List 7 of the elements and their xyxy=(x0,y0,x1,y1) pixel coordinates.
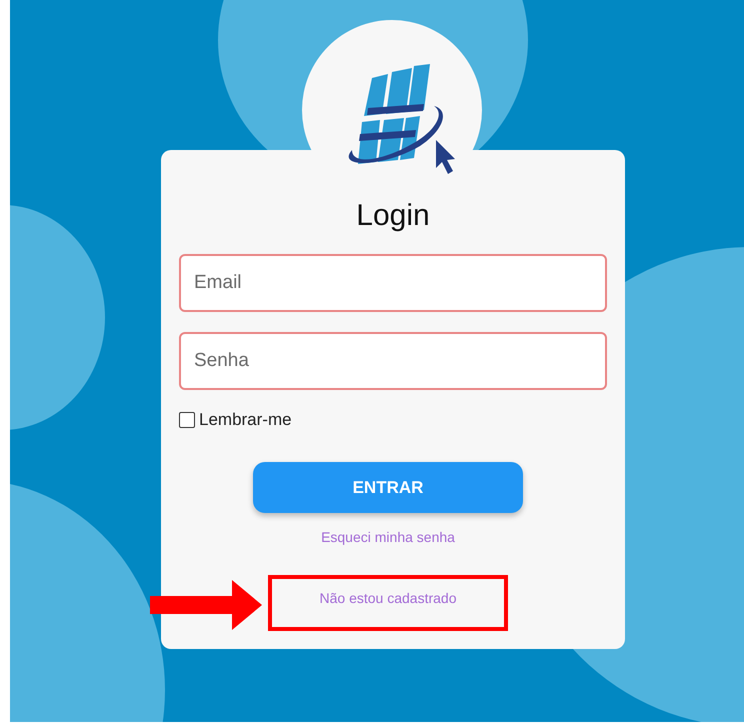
login-button[interactable]: ENTRAR xyxy=(253,462,523,513)
register-link[interactable]: Não estou cadastrado xyxy=(320,590,456,627)
remember-label: Lembrar-me xyxy=(199,410,292,430)
input-field[interactable]: Email xyxy=(179,254,607,312)
input-field[interactable]: Senha xyxy=(179,332,607,390)
forgot-password-link[interactable]: Esqueci minha senha xyxy=(321,529,455,545)
login-title: Login xyxy=(355,198,431,234)
